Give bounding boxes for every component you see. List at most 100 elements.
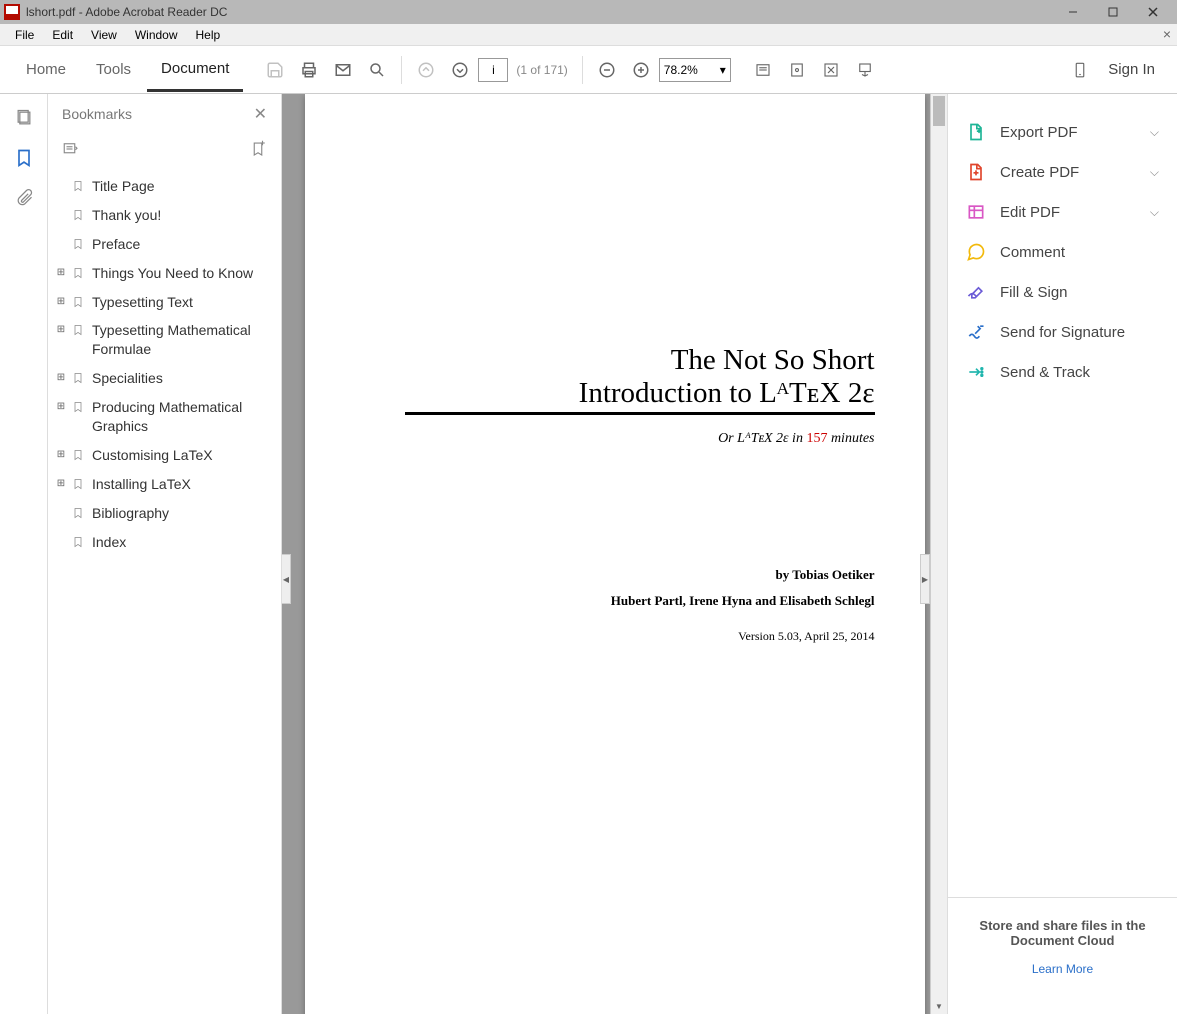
tools-panel-item[interactable]: Fill & Sign [948, 272, 1177, 312]
bookmark-item[interactable]: ⊞Typesetting Text [48, 288, 281, 317]
expand-icon[interactable]: ⊞ [56, 449, 66, 460]
tools-panel-item[interactable]: Send for Signature [948, 312, 1177, 352]
bookmark-label: Typesetting Mathematical Formulae [92, 321, 271, 359]
tool-icon [966, 282, 986, 302]
main-area: Bookmarks ✕ Title PageThank you!Preface⊞… [0, 94, 1177, 1014]
zoom-value: 78.2% [664, 63, 698, 77]
chevron-down-icon: ⌵ [1150, 165, 1159, 180]
zoom-select[interactable]: 78.2% ▾ [659, 58, 731, 82]
expand-icon[interactable]: ⊞ [56, 478, 66, 489]
window-titlebar: lshort.pdf - Adobe Acrobat Reader DC [0, 0, 1177, 24]
chevron-down-icon: ▾ [720, 63, 726, 77]
bookmark-icon [72, 266, 86, 280]
tool-label: Export PDF [1000, 124, 1136, 141]
page-up-icon[interactable] [410, 54, 442, 86]
tool-label: Create PDF [1000, 164, 1136, 181]
tool-label: Comment [1000, 244, 1159, 261]
thumbnails-icon[interactable] [14, 108, 34, 128]
tool-icon [966, 122, 986, 142]
bookmark-icon [72, 323, 86, 337]
menu-file[interactable]: File [6, 26, 43, 44]
separator [401, 56, 402, 84]
tools-panel-item[interactable]: Create PDF ⌵ [948, 152, 1177, 192]
expand-icon[interactable]: ⊞ [56, 372, 66, 383]
tools-panel: Export PDF⌵ Create PDF ⌵ Edit PDF⌵ Comment Fi… [947, 94, 1177, 1014]
bookmark-label: Specialities [92, 369, 163, 388]
zoom-out-icon[interactable] [591, 54, 623, 86]
tab-document[interactable]: Document [147, 48, 243, 92]
menu-view[interactable]: View [82, 26, 126, 44]
tool-icon [966, 202, 986, 222]
collapse-right-handle[interactable]: ▶ [920, 554, 930, 604]
print-icon[interactable] [293, 54, 325, 86]
fit-width-icon[interactable] [747, 54, 779, 86]
bookmark-item[interactable]: ⊞Customising LaTeX [48, 441, 281, 470]
tool-label: Fill & Sign [1000, 284, 1159, 301]
bookmark-item[interactable]: Thank you! [48, 201, 281, 230]
tab-tools[interactable]: Tools [82, 49, 145, 90]
menu-window[interactable]: Window [126, 26, 187, 44]
page-count-label: (1 of 171) [516, 63, 567, 77]
expand-icon[interactable]: ⊞ [56, 401, 66, 412]
tool-icon [966, 362, 986, 382]
mobile-icon[interactable] [1064, 54, 1096, 86]
fit-page-icon[interactable] [781, 54, 813, 86]
page-down-icon[interactable] [444, 54, 476, 86]
vertical-scrollbar[interactable]: ▲ ▼ [930, 94, 947, 1014]
doc-author1: by Tobias Oetiker [355, 567, 875, 583]
minimize-button[interactable] [1053, 0, 1093, 24]
bookmark-label: Preface [92, 235, 140, 254]
bookmark-item[interactable]: Index [48, 528, 281, 557]
expand-icon[interactable]: ⊞ [56, 324, 66, 335]
tab-home[interactable]: Home [12, 49, 80, 90]
document-view[interactable]: ◀ The Not So Short Introduction to LᴬTᴇX… [282, 94, 947, 1014]
bookmark-options-icon[interactable] [62, 140, 80, 158]
tool-label: Send for Signature [1000, 324, 1159, 341]
bookmarks-icon[interactable] [14, 148, 34, 168]
scroll-thumb[interactable] [933, 96, 945, 126]
expand-icon[interactable]: ⊞ [56, 296, 66, 307]
close-panel-icon[interactable]: ✕ [254, 104, 267, 124]
menubar-close-icon[interactable]: × [1163, 26, 1171, 42]
bookmark-item[interactable]: ⊞ Producing Mathematical Graphics [48, 393, 281, 441]
bookmark-item[interactable]: ⊞Installing LaTeX [48, 470, 281, 499]
fullscreen-icon[interactable] [815, 54, 847, 86]
close-button[interactable] [1133, 0, 1173, 24]
bookmark-item[interactable]: Bibliography [48, 499, 281, 528]
collapse-left-handle[interactable]: ◀ [282, 554, 291, 604]
bookmark-item[interactable]: ⊞ Specialities [48, 364, 281, 393]
attachments-icon[interactable] [14, 188, 34, 208]
read-mode-icon[interactable] [849, 54, 881, 86]
tools-panel-item[interactable]: Comment [948, 232, 1177, 272]
email-icon[interactable] [327, 54, 359, 86]
bookmark-icon [72, 477, 86, 491]
tools-panel-item[interactable]: Send & Track [948, 352, 1177, 392]
bookmark-icon [72, 448, 86, 462]
bookmark-list: Title PageThank you! Preface ⊞Things You N… [48, 168, 281, 1014]
maximize-button[interactable] [1093, 0, 1133, 24]
sign-in-link[interactable]: Sign In [1098, 61, 1165, 78]
new-bookmark-icon[interactable] [249, 140, 267, 158]
zoom-in-icon[interactable] [625, 54, 657, 86]
separator [582, 56, 583, 84]
menu-edit[interactable]: Edit [43, 26, 82, 44]
tools-panel-item[interactable]: Edit PDF⌵ [948, 192, 1177, 232]
save-icon[interactable] [259, 54, 291, 86]
menu-help[interactable]: Help [187, 26, 230, 44]
tool-label: Send & Track [1000, 364, 1159, 381]
window-title: lshort.pdf - Adobe Acrobat Reader DC [26, 5, 1053, 19]
expand-icon[interactable]: ⊞ [56, 267, 66, 278]
bookmark-icon [72, 506, 86, 520]
bookmark-item[interactable]: Title Page [48, 172, 281, 201]
search-icon[interactable] [361, 54, 393, 86]
bookmark-icon [72, 237, 86, 251]
bookmark-item[interactable]: Preface [48, 230, 281, 259]
bookmark-item[interactable]: ⊞ Typesetting Mathematical Formulae [48, 316, 281, 364]
tools-panel-item[interactable]: Export PDF⌵ [948, 112, 1177, 152]
scroll-down-arrow[interactable]: ▼ [931, 998, 947, 1014]
left-nav-strip [0, 94, 48, 1014]
bookmark-item[interactable]: ⊞Things You Need to Know [48, 259, 281, 288]
learn-more-link[interactable]: Learn More [966, 962, 1159, 976]
page-number-input[interactable] [478, 58, 508, 82]
bookmark-label: Producing Mathematical Graphics [92, 398, 271, 436]
